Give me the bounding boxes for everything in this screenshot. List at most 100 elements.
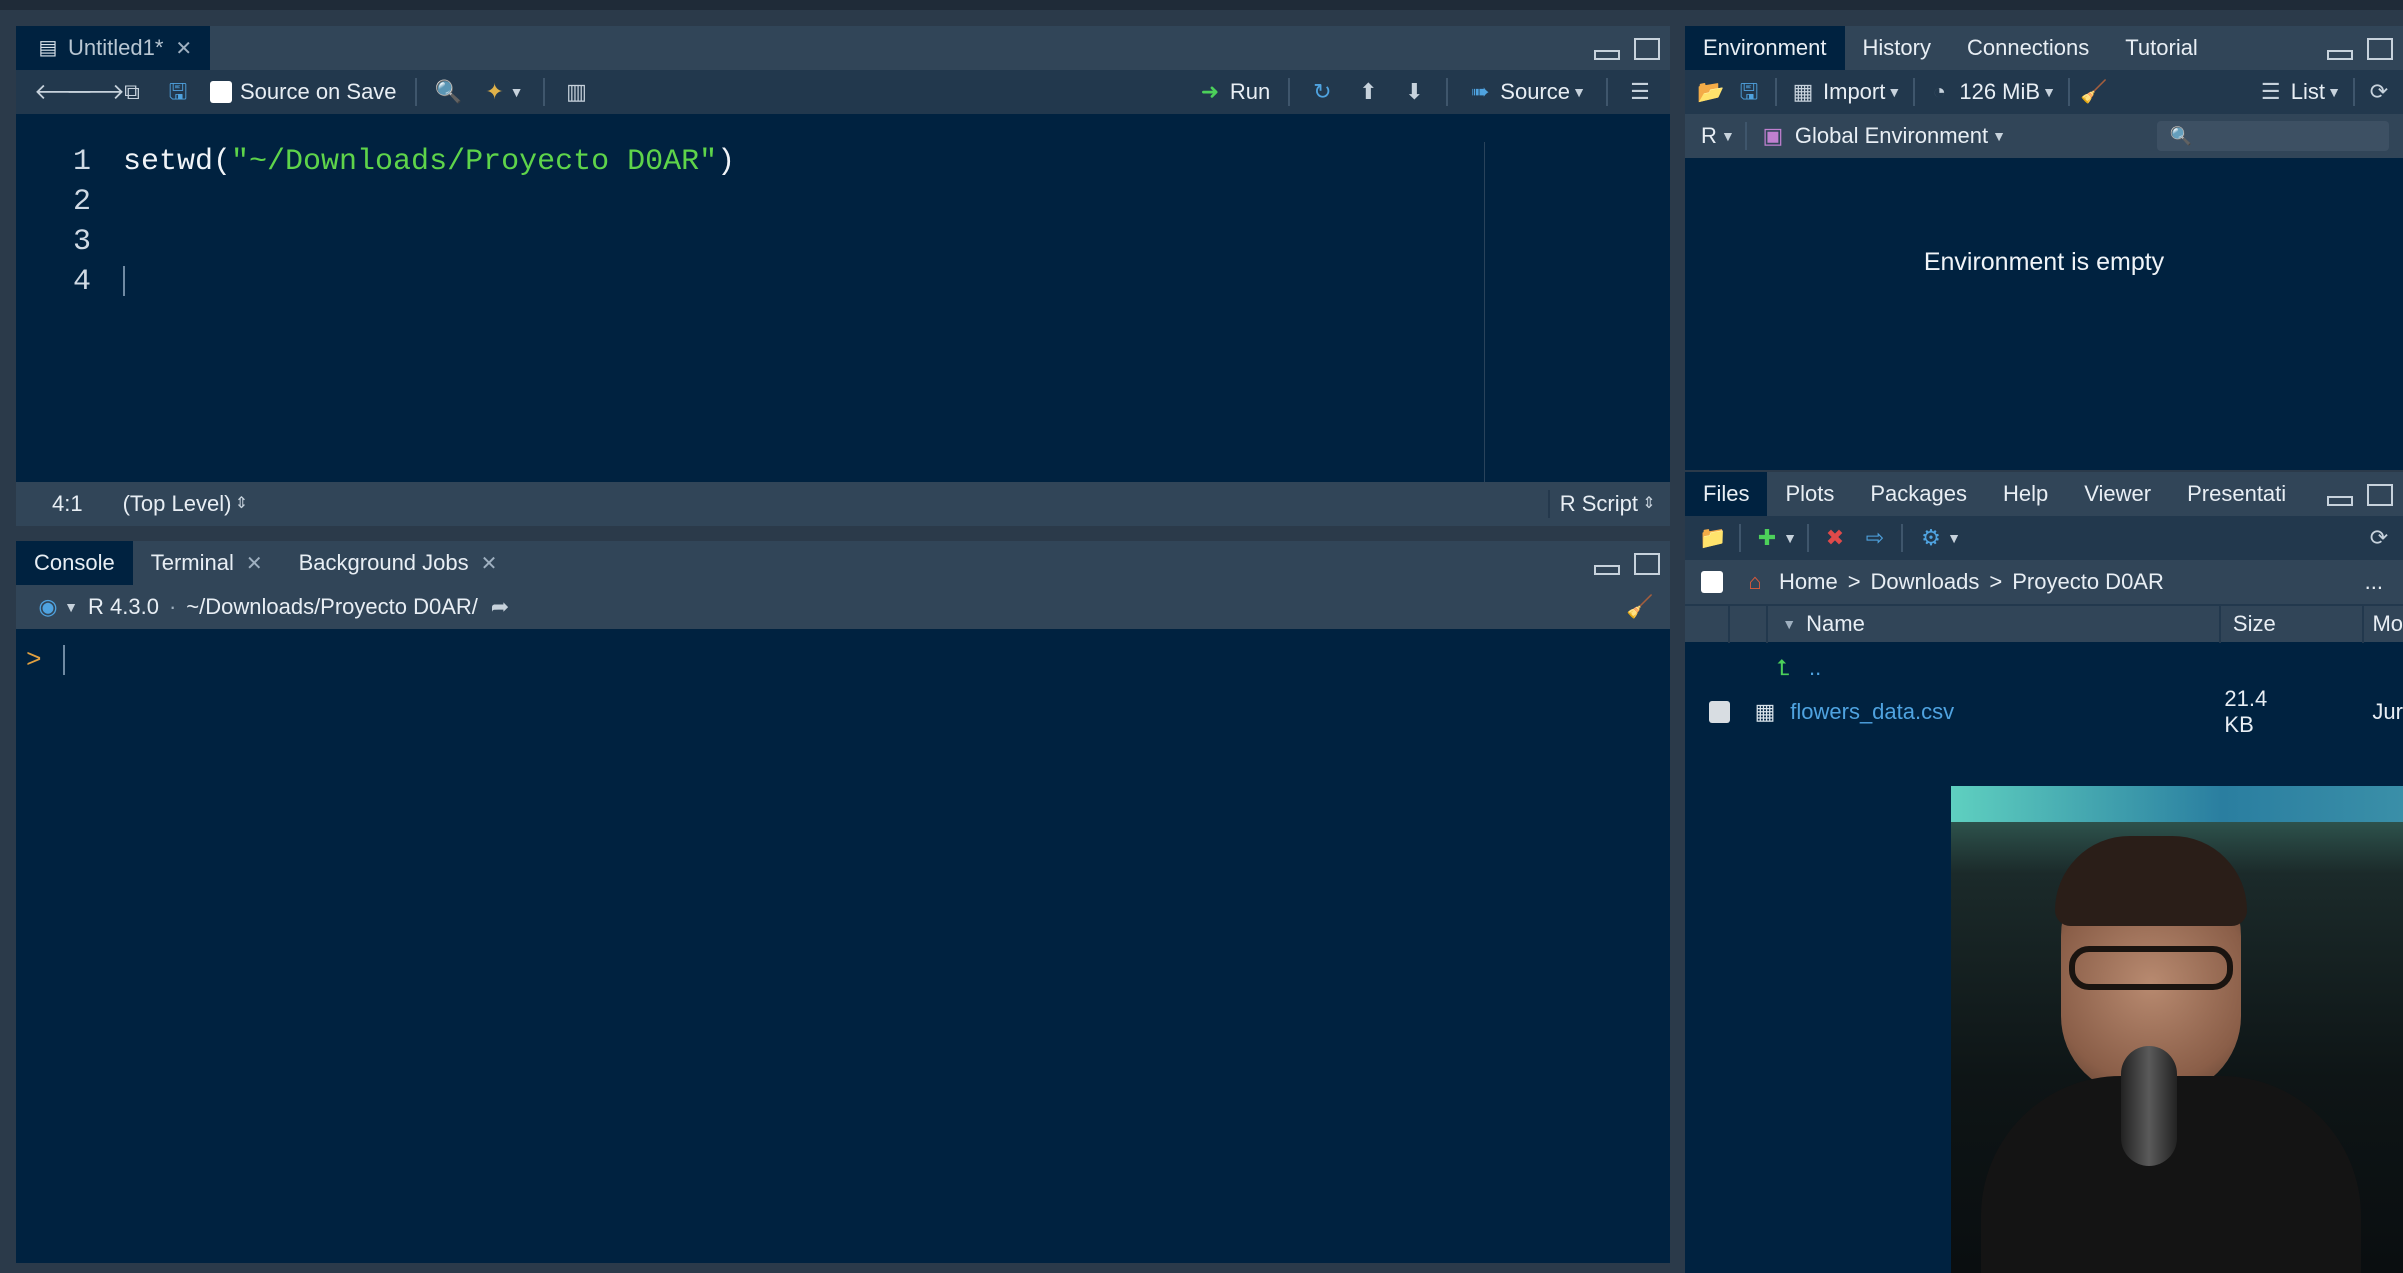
column-header-name[interactable]: ▼ Name bbox=[1768, 605, 2221, 643]
home-icon[interactable]: ⌂ bbox=[1741, 568, 1769, 596]
breadcrumb-more[interactable]: ... bbox=[2365, 569, 2383, 595]
close-tab-icon[interactable]: ✕ bbox=[481, 551, 498, 576]
forward-button[interactable]: 🡒 bbox=[66, 78, 125, 106]
parent-directory-row[interactable]: ⮤ .. bbox=[1685, 646, 2403, 690]
run-icon: ➜ bbox=[1200, 79, 1220, 104]
compile-report-button[interactable]: ▥ bbox=[563, 78, 591, 106]
close-tab-icon[interactable]: ✕ bbox=[175, 36, 192, 61]
tab-console[interactable]: Console bbox=[16, 541, 133, 585]
load-workspace-button[interactable]: 📂 bbox=[1697, 78, 1725, 106]
memory-usage-button[interactable]: ◔ 126 MiB ▼ bbox=[1925, 78, 2058, 106]
tab-tutorial[interactable]: Tutorial bbox=[2107, 26, 2216, 70]
file-type-selector[interactable]: R Script ⇕ bbox=[1547, 490, 1660, 518]
minimize-pane-button[interactable] bbox=[2327, 496, 2353, 506]
maximize-pane-button[interactable] bbox=[2367, 484, 2393, 506]
tab-presentation[interactable]: Presentati bbox=[2169, 472, 2304, 516]
tab-packages[interactable]: Packages bbox=[1852, 472, 1985, 516]
minimize-pane-button[interactable] bbox=[1594, 50, 1620, 60]
console-output[interactable]: > bbox=[16, 629, 1670, 1263]
search-icon: 🔍 bbox=[2169, 126, 2193, 146]
tab-help[interactable]: Help bbox=[1985, 472, 2066, 516]
webcam-glasses bbox=[2069, 946, 2233, 990]
new-file-button[interactable]: ✚ ▼ bbox=[1753, 524, 1799, 552]
refresh-files-button[interactable]: ⟳ bbox=[2365, 524, 2393, 552]
toolbar-divider bbox=[1807, 524, 1809, 552]
source-on-save-checkbox[interactable] bbox=[210, 81, 232, 103]
environment-search-input[interactable]: 🔍 bbox=[2157, 121, 2389, 151]
tab-plots[interactable]: Plots bbox=[1767, 472, 1852, 516]
table-row[interactable]: ▦ flowers_data.csv 21.4 KB Jur bbox=[1685, 686, 2403, 737]
updown-chevron-icon: ⇕ bbox=[234, 495, 249, 512]
environment-empty-message: Environment is empty bbox=[1923, 248, 2165, 276]
parent-directory-link[interactable]: .. bbox=[1809, 655, 1821, 681]
rerun-button[interactable]: ↻ bbox=[1308, 78, 1336, 106]
file-name-link[interactable]: flowers_data.csv bbox=[1790, 699, 2168, 725]
column-size-label: Size bbox=[2232, 611, 2276, 636]
tab-history[interactable]: History bbox=[1845, 26, 1949, 70]
new-folder-button[interactable]: 📁 bbox=[1699, 524, 1727, 552]
file-checkbox[interactable] bbox=[1709, 701, 1730, 723]
import-dataset-button[interactable]: ▦ Import ▼ bbox=[1789, 78, 1903, 106]
source-tabbar: ▤ Untitled1* ✕ bbox=[16, 26, 1670, 70]
tab-environment[interactable]: Environment bbox=[1685, 26, 1845, 70]
maximize-pane-button[interactable] bbox=[1634, 38, 1660, 60]
close-tab-icon[interactable]: ✕ bbox=[246, 551, 263, 576]
code-line[interactable] bbox=[123, 182, 1670, 222]
chevron-down-icon: ▼ bbox=[1887, 84, 1902, 100]
environment-window-controls bbox=[2327, 38, 2393, 60]
environment-selector[interactable]: ▣ Global Environment ▼ bbox=[1759, 122, 2010, 150]
tab-background-jobs[interactable]: Background Jobs ✕ bbox=[281, 541, 516, 585]
scope-label: (Top Level) bbox=[122, 491, 232, 516]
go-down-button[interactable]: ⬇ bbox=[1400, 78, 1428, 106]
back-button[interactable]: 🡐 bbox=[34, 78, 93, 106]
breadcrumb-home[interactable]: Home bbox=[1779, 569, 1838, 595]
clear-console-icon[interactable]: 🧹 bbox=[1626, 593, 1654, 621]
tab-console-label: Console bbox=[34, 550, 115, 575]
refresh-button[interactable]: ⟳ bbox=[2365, 78, 2393, 106]
run-button[interactable]: ➜ Run bbox=[1196, 78, 1271, 106]
tab-files[interactable]: Files bbox=[1685, 472, 1768, 516]
go-up-icon: ⮤ bbox=[1776, 655, 1790, 680]
r-version-menu[interactable]: ◉ ▼ bbox=[34, 593, 80, 621]
delete-button[interactable]: ✖ bbox=[1821, 524, 1849, 552]
show-in-window-button[interactable]: ⧉ bbox=[118, 78, 146, 106]
tab-terminal[interactable]: Terminal ✕ bbox=[133, 541, 281, 585]
minimize-pane-button[interactable] bbox=[1594, 565, 1620, 575]
view-mode-button[interactable]: ☰ List ▼ bbox=[2257, 78, 2343, 106]
outline-icon: ☰ bbox=[1630, 79, 1650, 104]
code-line[interactable]: setwd("~/Downloads/Proyecto D0AR") bbox=[123, 142, 1670, 182]
code-line[interactable] bbox=[123, 262, 1670, 302]
find-button[interactable]: 🔍 bbox=[435, 78, 463, 106]
minimize-pane-button[interactable] bbox=[2327, 50, 2353, 60]
code-line[interactable] bbox=[123, 222, 1670, 262]
tab-connections-label: Connections bbox=[1966, 35, 2090, 60]
column-header-size[interactable]: Size bbox=[2221, 605, 2365, 643]
save-button[interactable]: 🖫 bbox=[164, 78, 192, 106]
go-up-button[interactable]: ⬆ bbox=[1354, 78, 1382, 106]
more-options-button[interactable]: ⚙ ▼ bbox=[1917, 524, 1963, 552]
tab-viewer[interactable]: Viewer bbox=[2066, 472, 2169, 516]
maximize-pane-button[interactable] bbox=[1634, 553, 1660, 575]
code-editor[interactable]: 1 2 3 4 setwd("~/Downloads/Proyecto D0AR… bbox=[16, 142, 1670, 482]
tab-connections[interactable]: Connections bbox=[1949, 26, 2107, 70]
tab-untitled1[interactable]: ▤ Untitled1* ✕ bbox=[16, 26, 211, 70]
language-selector[interactable]: R ▼ bbox=[1701, 122, 1739, 150]
source-pane: ▤ Untitled1* ✕ 🡐 🡒 ⧉ 🖫 Source on Save 🔍 … bbox=[16, 26, 1670, 526]
rename-icon: ⇨ bbox=[1865, 525, 1885, 550]
breadcrumb-downloads[interactable]: Downloads bbox=[1871, 569, 1980, 595]
outline-button[interactable]: ☰ bbox=[1626, 78, 1654, 106]
column-header-modified[interactable]: Mo bbox=[2364, 605, 2403, 643]
arrow-left-icon: 🡐 bbox=[34, 79, 93, 104]
maximize-pane-button[interactable] bbox=[2367, 38, 2393, 60]
source-button[interactable]: ➠ Source ▼ bbox=[1466, 78, 1588, 106]
source-on-save-toggle[interactable]: Source on Save bbox=[210, 79, 397, 105]
rename-button[interactable]: ⇨ bbox=[1861, 524, 1889, 552]
save-workspace-button[interactable]: 🖫 bbox=[1735, 78, 1763, 106]
scope-selector[interactable]: (Top Level) ⇕ bbox=[123, 490, 252, 518]
go-to-directory-icon[interactable]: ➦ bbox=[486, 593, 514, 621]
code-lines[interactable]: setwd("~/Downloads/Proyecto D0AR") bbox=[123, 142, 1670, 302]
code-tools-button[interactable]: ✦ ▼ bbox=[481, 78, 525, 106]
select-all-checkbox[interactable] bbox=[1701, 571, 1723, 593]
header-checkbox-column bbox=[1685, 605, 1731, 643]
clear-objects-button[interactable]: 🧹 bbox=[2080, 78, 2108, 106]
